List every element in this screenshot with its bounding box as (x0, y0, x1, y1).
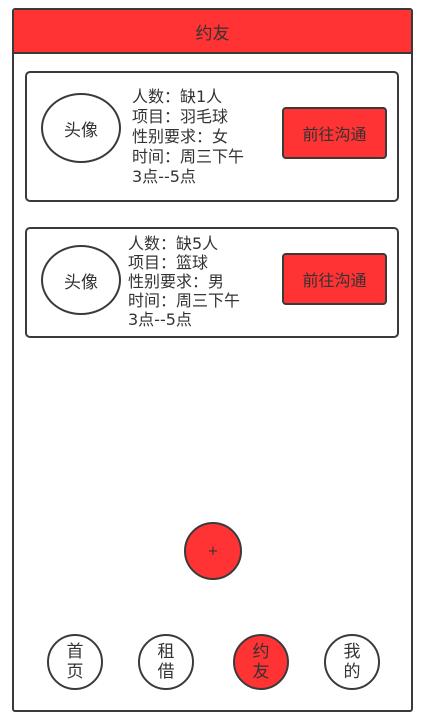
match-card: 头像 人数：缺1人 项目：羽毛球 性别要求：女 时间：周三下午 3点--5点 前… (25, 71, 399, 202)
info-gender: 性别要求：男 (128, 272, 225, 291)
contact-button[interactable]: 前往沟通 (282, 107, 387, 159)
info-sport: 项目：篮球 (128, 253, 209, 272)
title-bar: 约友 (14, 10, 411, 54)
avatar-label: 头像 (64, 272, 98, 293)
nav-label: 租借 (157, 642, 175, 682)
match-info: 人数：缺1人 项目：羽毛球 性别要求：女 时间：周三下午 3点--5点 (132, 87, 244, 187)
info-sport: 项目：羽毛球 (132, 107, 229, 126)
nav-label: 约友 (252, 642, 270, 682)
nav-label: 首页 (66, 642, 84, 682)
nav-item-mine[interactable]: 我的 (324, 634, 380, 690)
nav-label: 我的 (343, 642, 361, 682)
avatar[interactable]: 头像 (41, 93, 121, 163)
nav-item-friends[interactable]: 约友 (233, 634, 289, 690)
info-time: 时间：周三下午 (128, 291, 241, 310)
avatar-label: 头像 (64, 120, 98, 141)
contact-button[interactable]: 前往沟通 (282, 253, 387, 305)
info-gender: 性别要求：女 (132, 127, 229, 146)
nav-item-home[interactable]: 首页 (47, 634, 103, 690)
info-time-range: 3点--5点 (128, 310, 192, 329)
page-title: 约友 (195, 23, 230, 44)
info-time-range: 3点--5点 (132, 167, 196, 186)
info-time: 时间：周三下午 (132, 147, 245, 166)
info-headcount: 人数：缺1人 (132, 87, 223, 106)
phone-frame: 约友 头像 人数：缺1人 项目：羽毛球 性别要求：女 时间：周三下午 3点--5… (12, 8, 413, 712)
avatar[interactable]: 头像 (41, 245, 121, 315)
add-button[interactable]: + (184, 522, 242, 580)
match-card: 头像 人数：缺5人 项目：篮球 性别要求：男 时间：周三下午 3点--5点 前往… (25, 227, 399, 338)
nav-item-rent[interactable]: 租借 (138, 634, 194, 690)
info-headcount: 人数：缺5人 (128, 234, 219, 253)
plus-icon: + (207, 543, 219, 559)
match-info: 人数：缺5人 项目：篮球 性别要求：男 时间：周三下午 3点--5点 (128, 234, 240, 329)
